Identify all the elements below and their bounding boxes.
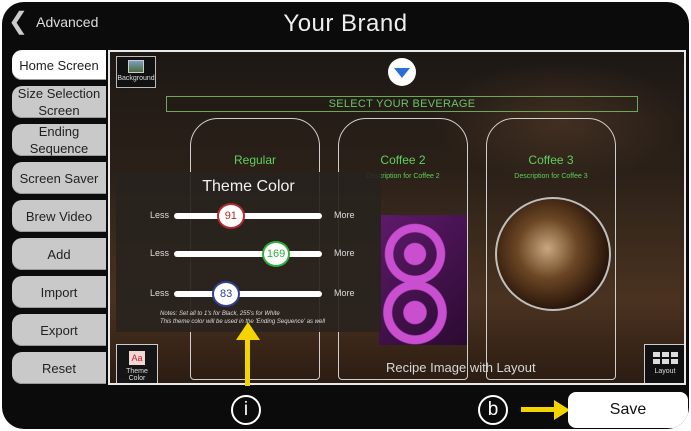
theme-panel-title: Theme Color	[202, 178, 295, 195]
more-label: More	[334, 248, 355, 258]
less-label: Less	[150, 248, 170, 258]
arrow-shaft	[245, 338, 250, 386]
sidebar-item[interactable]: Import	[12, 276, 106, 308]
theme-color-panel: Theme Color Less 91 More Less 169 More Less 83 M…	[116, 172, 381, 332]
sidebar-item[interactable]: Size Selection Screen	[12, 86, 106, 118]
color-slider-track[interactable]: 91	[174, 203, 322, 229]
sidebar-item[interactable]: Home Screen	[12, 50, 106, 80]
slider-knob[interactable]: 169	[262, 241, 291, 267]
slider-knob[interactable]: 91	[216, 203, 245, 229]
theme-color-button[interactable]: Aa Theme Color	[116, 344, 158, 383]
color-slider-track[interactable]: 83	[174, 281, 322, 307]
grid-icon	[645, 352, 684, 364]
beverage-description: Description for Coffee 3	[514, 173, 588, 180]
sidebar-item[interactable]: Add	[12, 238, 106, 270]
brand-logo	[388, 58, 416, 86]
image-icon	[128, 60, 144, 73]
beverage-image	[379, 215, 467, 345]
beverage-card-coffee-3[interactable]: Coffee 3 Description for Coffee 3	[486, 118, 616, 380]
recipe-text: Recipe Image with Layout	[386, 360, 536, 375]
sidebar-item[interactable]: Brew Video	[12, 200, 106, 232]
slider-knob[interactable]: 83	[212, 281, 241, 307]
preview-stage: Background SELECT YOUR BEVERAGE Regular …	[108, 50, 686, 385]
theme-color-label: Theme Color	[126, 368, 148, 382]
sidebar-item[interactable]: Screen Saver	[12, 162, 106, 194]
beverage-name: Coffee 2	[380, 153, 426, 167]
layout-button[interactable]: Layout	[644, 344, 684, 383]
more-label: More	[334, 288, 355, 298]
page-title: Your Brand	[283, 10, 408, 37]
less-label: Less	[150, 210, 170, 220]
arrow-shaft	[521, 407, 557, 412]
select-beverage-title: SELECT YOUR BEVERAGE	[166, 96, 638, 112]
save-button[interactable]: Save	[568, 392, 688, 428]
color-slider-row: Less 83 More	[116, 281, 381, 307]
b-marker: b	[478, 395, 508, 425]
color-slider-track[interactable]: 169	[174, 241, 322, 267]
more-label: More	[334, 210, 355, 220]
sidebar-item[interactable]: Reset	[12, 352, 106, 384]
color-slider-row: Less 91 More	[116, 203, 381, 229]
app-frame: ❮ Advanced Your Brand Home Screen Size Se…	[2, 2, 689, 429]
background-button[interactable]: Background	[116, 56, 156, 88]
sidebar-item[interactable]: Ending Sequence	[12, 124, 106, 156]
top-bar: ❮ Advanced Your Brand	[2, 2, 689, 46]
logo-triangle-icon	[394, 68, 410, 78]
background-label: Background	[117, 75, 155, 82]
less-label: Less	[150, 288, 170, 298]
color-slider-row: Less 169 More	[116, 241, 381, 267]
sidebar-item[interactable]: Export	[12, 314, 106, 346]
text-color-icon: Aa	[129, 351, 145, 365]
info-marker: i	[231, 395, 261, 425]
layout-label: Layout	[654, 368, 676, 375]
beverage-name: Coffee 3	[528, 153, 574, 167]
beverage-name: Regular	[233, 153, 277, 167]
beverage-image	[495, 197, 611, 311]
